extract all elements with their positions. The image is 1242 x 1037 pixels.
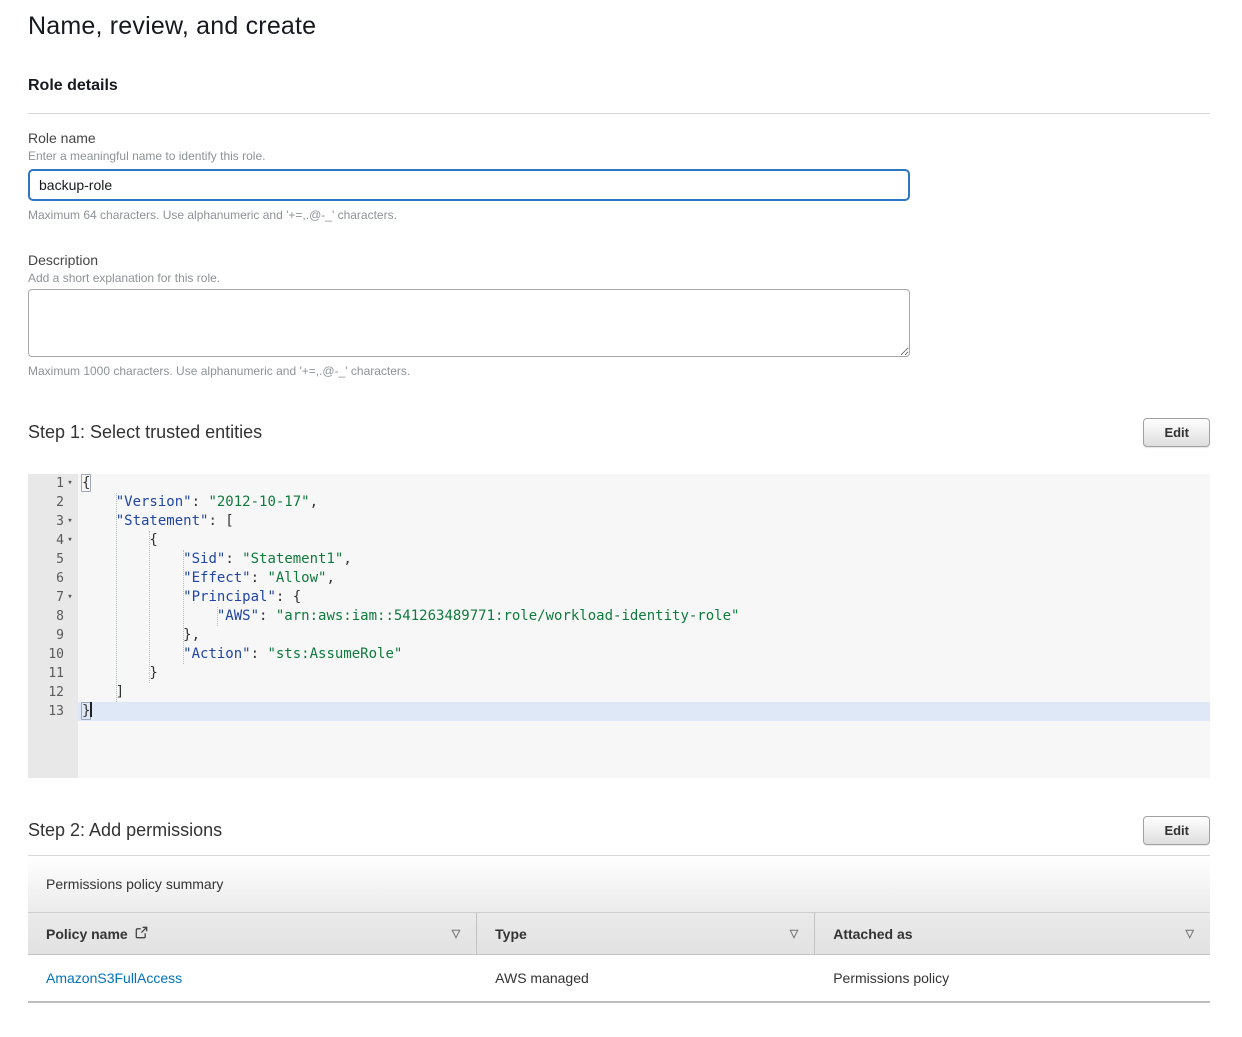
column-header-attached-as[interactable]: Attached as ▽ [815, 913, 1210, 954]
code-gutter: 1▾23▾4▾567▾8910111213 [28, 474, 78, 778]
attached-as-column-label: Attached as [833, 926, 912, 942]
line-number[interactable]: 13 [28, 702, 78, 721]
code-line[interactable]: "Effect": "Allow", [82, 569, 1210, 588]
line-number[interactable]: 9 [28, 626, 78, 645]
step1-header-row: Step 1: Select trusted entities Edit [28, 418, 1210, 447]
code-line[interactable]: { [82, 531, 1210, 550]
line-number[interactable]: 11 [28, 664, 78, 683]
policy-table-body: AmazonS3FullAccess AWS managedPermissions… [28, 955, 1210, 1003]
code-line[interactable]: }, [82, 626, 1210, 645]
fold-toggle-icon[interactable]: ▾ [64, 512, 76, 531]
step2-heading: Step 2: Add permissions [28, 820, 222, 841]
page-title: Name, review, and create [28, 12, 1210, 41]
line-number[interactable]: 4▾ [28, 531, 78, 550]
external-link-icon [135, 926, 148, 942]
role-details-heading: Role details [28, 77, 1210, 95]
line-number[interactable]: 5 [28, 550, 78, 569]
indent-guide [116, 493, 117, 702]
line-number[interactable]: 2 [28, 493, 78, 512]
code-line[interactable]: ] [82, 683, 1210, 702]
line-number[interactable]: 8 [28, 607, 78, 626]
line-number[interactable]: 10 [28, 645, 78, 664]
policy-name-column-label: Policy name [46, 926, 128, 942]
step1-edit-button[interactable]: Edit [1143, 418, 1210, 447]
permissions-panel: Permissions policy summary Policy name ▽ [28, 855, 1210, 1003]
code-line[interactable]: "Principal": { [82, 588, 1210, 607]
step2-header-row: Step 2: Add permissions Edit [28, 816, 1210, 845]
description-textarea[interactable] [28, 289, 910, 357]
indent-guide [217, 607, 218, 626]
column-header-policy-name[interactable]: Policy name ▽ [28, 913, 477, 954]
sort-icon[interactable]: ▽ [790, 927, 798, 940]
sort-icon[interactable]: ▽ [452, 927, 460, 940]
code-line[interactable]: "Version": "2012-10-17", [82, 493, 1210, 512]
policy-type-cell: AWS managed [477, 955, 815, 1001]
permissions-panel-title: Permissions policy summary [46, 876, 223, 892]
text-cursor [90, 702, 92, 717]
code-line[interactable]: "Statement": [ [82, 512, 1210, 531]
line-number[interactable]: 3▾ [28, 512, 78, 531]
code-line[interactable]: "Action": "sts:AssumeRole" [82, 645, 1210, 664]
role-name-input[interactable] [28, 169, 910, 201]
indent-guide [183, 550, 184, 664]
code-line[interactable]: "Sid": "Statement1", [82, 550, 1210, 569]
permissions-panel-header: Permissions policy summary [28, 856, 1210, 913]
description-hint: Add a short explanation for this role. [28, 271, 1210, 285]
code-lines[interactable]: { "Version": "2012-10-17", "Statement": … [78, 474, 1210, 778]
fold-toggle-icon[interactable]: ▾ [64, 474, 76, 493]
line-number[interactable]: 7▾ [28, 588, 78, 607]
type-column-label: Type [495, 926, 527, 942]
code-line[interactable]: } [82, 664, 1210, 683]
role-name-hint: Enter a meaningful name to identify this… [28, 149, 1210, 163]
column-header-type[interactable]: Type ▽ [477, 913, 815, 954]
indent-guide [149, 531, 150, 683]
description-constraint: Maximum 1000 characters. Use alphanumeri… [28, 364, 1210, 378]
line-number[interactable]: 12 [28, 683, 78, 702]
fold-toggle-icon[interactable]: ▾ [64, 588, 76, 607]
policy-name-link[interactable]: AmazonS3FullAccess [46, 970, 182, 986]
fold-toggle-icon[interactable]: ▾ [64, 531, 76, 550]
line-number[interactable]: 6 [28, 569, 78, 588]
role-name-field: Role name Enter a meaningful name to ide… [28, 130, 1210, 222]
attached-as-cell: Permissions policy [815, 955, 1210, 1001]
step1-heading: Step 1: Select trusted entities [28, 422, 262, 443]
code-line[interactable]: { [82, 474, 1210, 493]
table-row: AmazonS3FullAccess AWS managedPermissions… [28, 955, 1210, 1003]
policy-table-header: Policy name ▽ Type ▽ Attached as [28, 913, 1210, 955]
code-line[interactable]: } [78, 702, 1210, 721]
trust-policy-code-editor[interactable]: 1▾23▾4▾567▾8910111213 { "Version": "2012… [28, 474, 1210, 778]
code-line[interactable]: "AWS": "arn:aws:iam::541263489771:role/w… [82, 607, 1210, 626]
role-name-label: Role name [28, 130, 1210, 146]
step2-edit-button[interactable]: Edit [1143, 816, 1210, 845]
role-name-constraint: Maximum 64 characters. Use alphanumeric … [28, 208, 1210, 222]
line-number[interactable]: 1▾ [28, 474, 78, 493]
description-field: Description Add a short explanation for … [28, 252, 1210, 378]
sort-icon[interactable]: ▽ [1186, 927, 1194, 940]
description-label: Description [28, 252, 1210, 268]
divider [28, 113, 1210, 114]
page: Name, review, and create Role details Ro… [0, 0, 1242, 1003]
